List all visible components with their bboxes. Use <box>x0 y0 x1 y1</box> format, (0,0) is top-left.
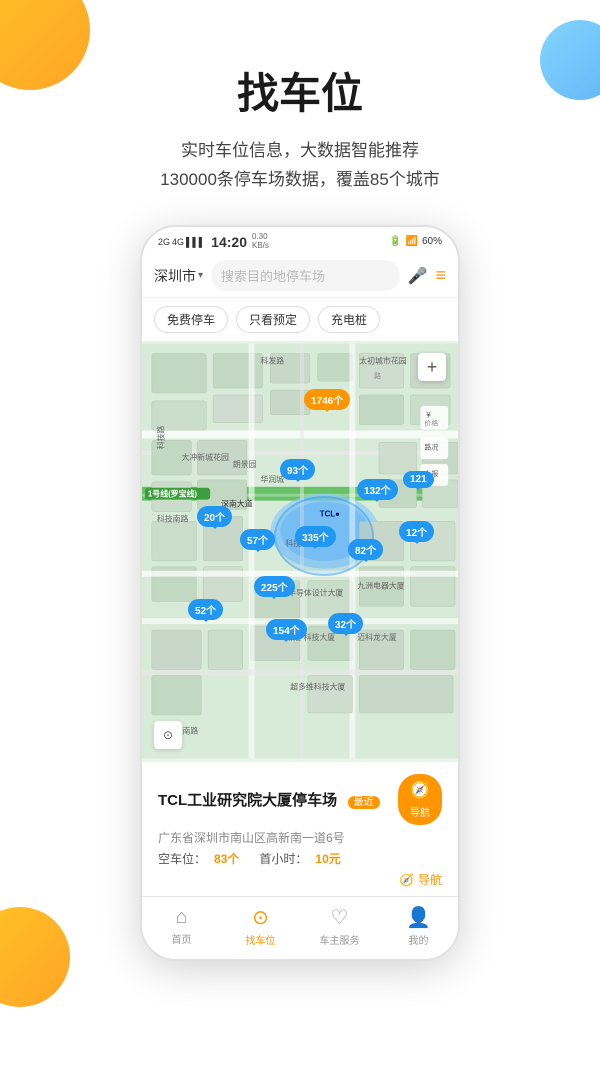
svg-text:价格: 价格 <box>424 419 438 428</box>
parking-marker-154[interactable]: 154个 <box>266 619 307 640</box>
parking-lot-name: TCL工业研究院大厦停车场 <box>158 792 337 809</box>
wifi-icon: 📶 <box>406 236 418 247</box>
phone-container: 2G 4G ▌▌▌ 14:20 0.30KB/s 🔋 📶 60% 深圳市 ▾ 搜 <box>0 215 600 962</box>
status-left: 2G 4G ▌▌▌ 14:20 0.30KB/s <box>158 233 269 251</box>
tab-home[interactable]: ⌂ 首页 <box>142 906 221 946</box>
svg-text:太初城市花园: 太初城市花园 <box>359 356 406 366</box>
parking-marker-52[interactable]: 52个 <box>188 599 223 620</box>
parking-marker-335[interactable]: 335个 <box>295 526 336 547</box>
parking-marker-12[interactable]: 12个 <box>399 521 434 542</box>
subtitle: 实时车位信息，大数据智能推荐 130000条停车场数据，覆盖85个城市 <box>40 137 560 195</box>
tab-profile-label: 我的 <box>409 932 429 947</box>
available-spots-value: 83个 <box>214 850 239 867</box>
parking-marker-32[interactable]: 32个 <box>328 613 363 634</box>
page-title: 找车位 <box>40 60 560 121</box>
info-card-header: TCL工业研究院大厦停车场 最近 🧭 导航 <box>158 774 442 825</box>
tab-find-parking[interactable]: ⊙ 找车位 <box>221 905 300 947</box>
tab-profile[interactable]: 👤 我的 <box>379 905 458 947</box>
svg-text:科发路: 科发路 <box>261 356 285 366</box>
user-icon: 👤 <box>406 905 431 930</box>
parking-marker-57[interactable]: 57个 <box>240 529 275 550</box>
search-bar[interactable]: 深圳市 ▾ 搜索目的地停车场 🎤 ≡ <box>142 254 458 298</box>
svg-text:超多维科技大厦: 超多维科技大厦 <box>290 682 345 692</box>
bottom-nav-row[interactable]: 🧭 导航 <box>158 871 442 888</box>
network-4g: 4G <box>172 237 184 247</box>
home-icon: ⌂ <box>175 906 187 929</box>
svg-text:九洲电器大厦: 九洲电器大厦 <box>357 581 404 591</box>
svg-text:路况: 路况 <box>424 443 438 452</box>
latest-badge: 最近 <box>348 796 380 809</box>
parking-marker-82[interactable]: 82个 <box>348 539 383 560</box>
navigate-icon: 🧭 <box>410 780 430 800</box>
battery-percent: 60% <box>422 236 442 247</box>
parking-marker-93[interactable]: 93个 <box>280 459 315 480</box>
navigate-button-main[interactable]: 🧭 导航 <box>398 774 442 825</box>
parking-marker-225[interactable]: 225个 <box>254 576 295 597</box>
svg-text:路: 路 <box>374 372 381 381</box>
svg-text:科技南路: 科技南路 <box>157 514 189 524</box>
status-kb: 0.30KB/s <box>252 233 269 251</box>
network-icon: 2G <box>158 237 170 247</box>
nav-label-small: 导航 <box>418 871 442 888</box>
search-icon: ⊙ <box>252 905 269 930</box>
tab-home-label: 首页 <box>172 931 192 946</box>
header-section: 找车位 实时车位信息，大数据智能推荐 130000条停车场数据，覆盖85个城市 <box>0 0 600 215</box>
svg-text:1号线(罗宝线): 1号线(罗宝线) <box>148 489 197 499</box>
parking-marker-20[interactable]: 20个 <box>197 506 232 527</box>
zoom-in-button[interactable]: + <box>418 353 446 381</box>
available-spots-label: 空车位： <box>158 850 206 867</box>
status-time: 14:20 <box>211 234 247 250</box>
phone-mockup: 2G 4G ▌▌▌ 14:20 0.30KB/s 🔋 📶 60% 深圳市 ▾ 搜 <box>140 225 460 962</box>
tab-car-services-label: 车主服务 <box>320 932 360 947</box>
signal-icon: ▌▌▌ <box>186 237 205 247</box>
mic-icon[interactable]: 🎤 <box>408 266 428 286</box>
price-label: 首小时： <box>259 850 307 867</box>
svg-text:¥: ¥ <box>426 411 431 420</box>
map-area[interactable]: 科技路 科技南路 科技南路 科发路 太初城市花园 路 大冲新城花园 朗景园 华润… <box>142 341 458 761</box>
parking-marker-121[interactable]: 121 <box>403 471 434 488</box>
svg-text:朗景园: 朗景园 <box>233 459 257 469</box>
price-value: 10元 <box>315 850 340 867</box>
nav-icon-small: 🧭 <box>399 873 414 887</box>
status-right: 🔋 📶 60% <box>389 236 442 247</box>
search-input[interactable]: 搜索目的地停车场 <box>211 260 400 291</box>
parking-lot-address: 广东省深圳市南山区高新南一道6号 <box>158 829 382 846</box>
city-selector[interactable]: 深圳市 ▾ <box>154 266 203 286</box>
filter-ev-charger[interactable]: 充电桩 <box>318 306 380 333</box>
locate-button[interactable]: ⊙ <box>154 721 182 749</box>
status-bar: 2G 4G ▌▌▌ 14:20 0.30KB/s 🔋 📶 60% <box>142 227 458 255</box>
info-card: TCL工业研究院大厦停车场 最近 🧭 导航 广东省深圳市南山区高新南一道6号 空… <box>142 761 458 896</box>
filter-free-parking[interactable]: 免费停车 <box>154 306 228 333</box>
svg-text:大冲新城花园: 大冲新城花园 <box>182 453 229 463</box>
navigate-label: 导航 <box>410 804 430 819</box>
parking-marker-132[interactable]: 132个 <box>357 479 398 500</box>
chevron-down-icon: ▾ <box>198 270 203 281</box>
battery-icon: 🔋 <box>389 236 401 247</box>
svg-text:科技路: 科技路 <box>156 426 166 450</box>
svg-text:华润城: 华润城 <box>261 474 285 484</box>
tab-bar: ⌂ 首页 ⊙ 找车位 ♡ 车主服务 👤 我的 <box>142 896 458 959</box>
filter-reserved[interactable]: 只看预定 <box>236 306 310 333</box>
parking-marker-1746[interactable]: 1746个 <box>304 389 350 410</box>
filter-tags: 免费停车 只看预定 充电桩 <box>142 298 458 341</box>
tab-car-services[interactable]: ♡ 车主服务 <box>300 905 379 947</box>
menu-icon[interactable]: ≡ <box>435 265 446 286</box>
svg-text:迈科龙大厦: 迈科龙大厦 <box>357 632 397 642</box>
tab-find-parking-label: 找车位 <box>246 932 276 947</box>
svg-text:半导体设计大厦: 半导体设计大厦 <box>288 588 343 598</box>
info-card-title-area: TCL工业研究院大厦停车场 最近 <box>158 789 380 810</box>
parking-lot-stats: 空车位： 83个 首小时： 10元 <box>158 850 382 867</box>
heart-icon: ♡ <box>331 905 349 930</box>
